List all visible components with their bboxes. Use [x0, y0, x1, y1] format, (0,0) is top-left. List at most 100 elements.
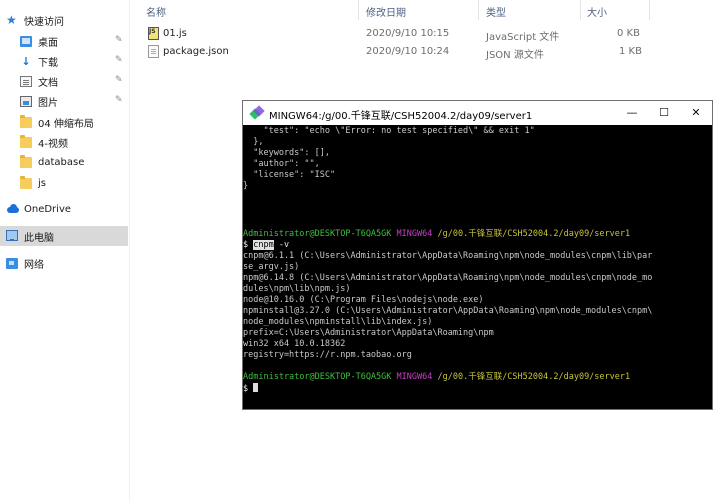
file-name: 01.js [163, 28, 187, 39]
terminal-title: MINGW64:/g/00.千锋互联/CSH52004.2/day09/serv… [269, 111, 533, 122]
selected-command-text: cnpm [253, 240, 274, 250]
nav-quick-access[interactable]: ★ 快速访问 [0, 10, 128, 30]
file-size: 0 KB [617, 28, 640, 39]
file-size: 1 KB [619, 46, 642, 57]
text-cursor [253, 383, 259, 392]
nav-documents[interactable]: 文档 ✎ [0, 71, 128, 91]
column-header-type[interactable]: 类型 [486, 4, 506, 19]
nav-label: OneDrive [24, 203, 72, 215]
prompt-user: Administrator@DESKTOP-T6QA5GK [243, 372, 392, 382]
minimize-button[interactable]: — [616, 101, 648, 125]
close-button[interactable]: ✕ [680, 101, 712, 125]
nav-label: js [38, 177, 46, 189]
nav-label: 桌面 [38, 37, 58, 49]
terminal-line: }, [243, 137, 264, 147]
column-header-name[interactable]: 名称 [146, 4, 166, 19]
prompt-shell: MINGW64 [396, 229, 433, 239]
desktop-folder-icon [20, 35, 32, 47]
json-file-icon [148, 45, 159, 58]
column-header-date[interactable]: 修改日期 [366, 4, 406, 19]
terminal-line: "test": "echo \"Error: no test specified… [243, 126, 535, 136]
terminal-line: npm@6.14.8 (C:\Users\Administrator\AppDa… [243, 273, 653, 283]
terminal-output[interactable]: "test": "echo \"Error: no test specified… [243, 125, 712, 409]
screen: ★ 快速访问 桌面 ✎ ↓ 下载 ✎ 文档 ✎ 图片 ✎ 04 伸缩布局 4-视… [0, 0, 713, 501]
pin-icon[interactable]: ✎ [115, 75, 124, 86]
nav-folder-video[interactable]: 4-视频 [0, 132, 128, 152]
column-divider[interactable] [580, 0, 581, 20]
document-icon [20, 75, 32, 87]
nav-downloads[interactable]: ↓ 下载 ✎ [0, 51, 128, 71]
terminal-line: "author": "", [243, 159, 320, 169]
network-icon [6, 257, 18, 269]
folder-icon [20, 154, 32, 168]
star-icon: ★ [6, 12, 17, 27]
column-divider[interactable] [478, 0, 479, 20]
nav-pictures[interactable]: 图片 ✎ [0, 91, 128, 111]
nav-label: database [38, 156, 85, 168]
mingw-logo-icon [251, 107, 263, 119]
download-arrow-icon: ↓ [21, 54, 31, 68]
file-type: JSON 源文件 [486, 50, 544, 61]
terminal-line: registry=https://r.npm.taobao.org [243, 350, 412, 360]
file-row[interactable]: package.json 2020/9/10 10:24 JSON 源文件 1 … [131, 43, 651, 61]
column-divider[interactable] [649, 0, 650, 20]
nav-label: 此电脑 [24, 232, 54, 244]
input-line[interactable]: $ [243, 383, 259, 394]
file-date: 2020/9/10 10:24 [366, 46, 450, 57]
computer-icon [6, 229, 18, 241]
nav-network[interactable]: 网络 [0, 253, 128, 273]
command-line: $ cnpm -v [243, 240, 289, 251]
nav-label: 文档 [38, 77, 58, 89]
nav-this-pc[interactable]: 此电脑 [0, 226, 128, 246]
terminal-line: "keywords": [], [243, 148, 330, 158]
nav-desktop[interactable]: 桌面 ✎ [0, 31, 128, 51]
prompt-user: Administrator@DESKTOP-T6QA5GK [243, 229, 392, 239]
nav-folder-04[interactable]: 04 伸缩布局 [0, 112, 128, 132]
maximize-button[interactable]: ☐ [648, 101, 680, 125]
terminal-line: dules\npm\lib\npm.js) [243, 284, 351, 294]
nav-onedrive[interactable]: OneDrive [0, 199, 128, 219]
file-date: 2020/9/10 10:15 [366, 28, 450, 39]
file-row[interactable]: 01.js 2020/9/10 10:15 JavaScript 文件 0 KB [131, 25, 651, 43]
column-header-row: 名称 修改日期 类型 大小 [131, 0, 713, 20]
nav-label: 图片 [38, 97, 58, 109]
nav-folder-database[interactable]: database [0, 152, 128, 172]
file-name: package.json [163, 46, 229, 57]
prompt-line: Administrator@DESKTOP-T6QA5GK MINGW64 /g… [243, 372, 630, 383]
prompt-line: Administrator@DESKTOP-T6QA5GK MINGW64 /g… [243, 229, 630, 240]
column-divider[interactable] [358, 0, 359, 20]
prompt-shell: MINGW64 [396, 372, 433, 382]
command-args: -v [273, 240, 290, 250]
pin-icon[interactable]: ✎ [115, 35, 124, 46]
terminal-line: node_modules\npminstall\lib\index.js) [243, 317, 433, 327]
terminal-line: "license": "ISC" [243, 170, 336, 180]
terminal-line: node@10.16.0 (C:\Program Files\nodejs\no… [243, 295, 484, 305]
column-header-size[interactable]: 大小 [587, 4, 607, 19]
folder-icon [20, 175, 32, 189]
js-file-icon [148, 27, 159, 40]
file-type: JavaScript 文件 [486, 32, 560, 43]
folder-icon [20, 134, 32, 148]
nav-label: 04 伸缩布局 [38, 118, 94, 130]
terminal-line: win32 x64 10.0.18362 [243, 339, 346, 349]
terminal-line: npminstall@3.27.0 (C:\Users\Administrato… [243, 306, 653, 316]
terminal-title-bar[interactable]: MINGW64:/g/00.千锋互联/CSH52004.2/day09/serv… [243, 101, 712, 125]
cloud-icon [6, 203, 19, 215]
folder-icon [20, 114, 32, 128]
navigation-pane: ★ 快速访问 桌面 ✎ ↓ 下载 ✎ 文档 ✎ 图片 ✎ 04 伸缩布局 4-视… [0, 0, 130, 501]
nav-label: 快速访问 [24, 16, 64, 28]
prompt-symbol: $ [243, 384, 254, 394]
terminal-window[interactable]: MINGW64:/g/00.千锋互联/CSH52004.2/day09/serv… [242, 100, 713, 410]
nav-label: 网络 [24, 259, 44, 271]
nav-label: 4-视频 [38, 138, 68, 150]
pin-icon[interactable]: ✎ [115, 55, 124, 66]
nav-folder-js[interactable]: js [0, 173, 128, 193]
prompt-path: /g/00.千锋互联/CSH52004.2/day09/server1 [437, 372, 631, 382]
prompt-symbol: $ [243, 240, 254, 250]
prompt-path: /g/00.千锋互联/CSH52004.2/day09/server1 [437, 229, 631, 239]
nav-label: 下载 [38, 57, 58, 69]
terminal-line: cnpm@6.1.1 (C:\Users\Administrator\AppDa… [243, 251, 653, 261]
picture-icon [20, 95, 32, 107]
terminal-line: } [243, 181, 249, 191]
pin-icon[interactable]: ✎ [115, 95, 124, 106]
